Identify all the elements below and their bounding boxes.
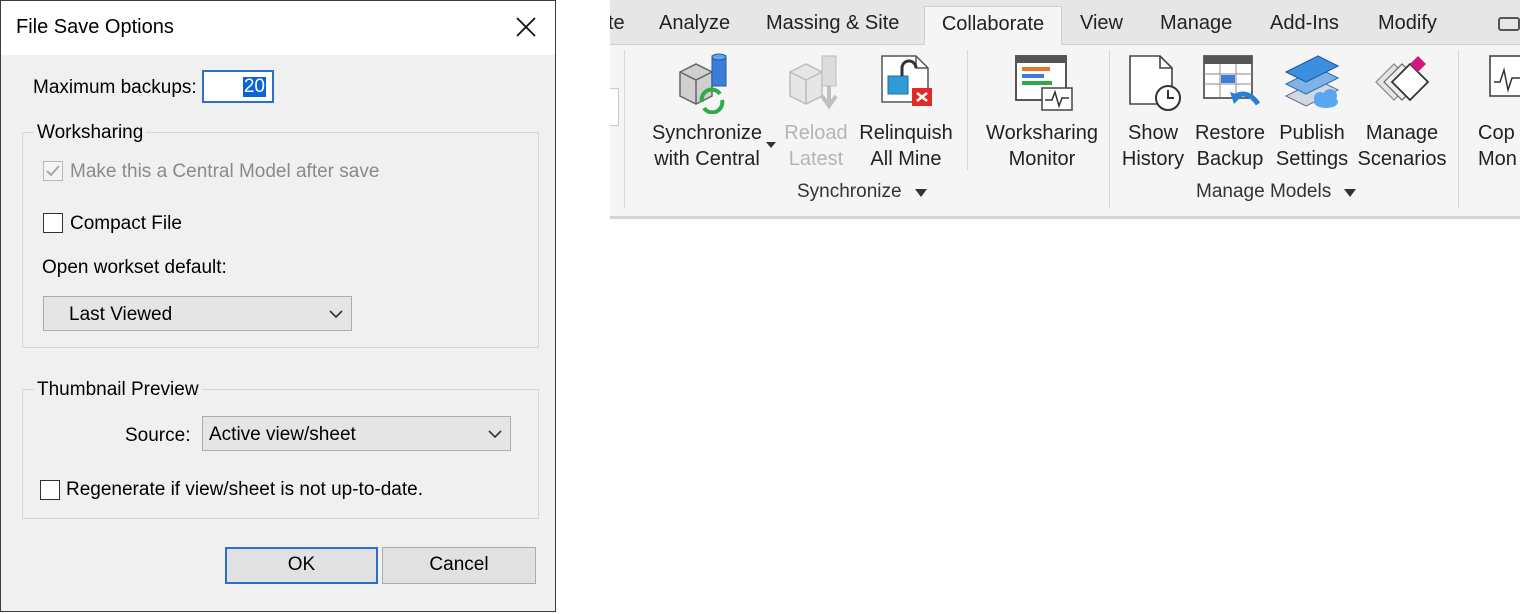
close-icon bbox=[516, 17, 536, 37]
relinquish-label-line1: Relinquish bbox=[859, 122, 953, 144]
ribbon: te Analyze Massing & Site Collaborate Vi… bbox=[610, 0, 1520, 219]
restore-backup-button[interactable]: Restore Backup bbox=[1192, 52, 1268, 180]
title-bar: File Save Options bbox=[1, 1, 555, 55]
tab-collaborate[interactable]: Collaborate bbox=[924, 6, 1062, 45]
show-history-label-line2: History bbox=[1121, 148, 1185, 170]
tab-manage[interactable]: Manage bbox=[1160, 12, 1232, 35]
open-workset-value: Last Viewed bbox=[69, 304, 173, 325]
ribbon-toggle-icon[interactable] bbox=[1498, 17, 1520, 31]
chevron-down-icon bbox=[488, 430, 502, 439]
reload-latest-button[interactable]: Reload Latest bbox=[780, 52, 852, 180]
worksharing-group-title: Worksharing bbox=[34, 122, 147, 144]
monitor-label-line1: Worksharing bbox=[986, 122, 1098, 144]
panel-separator bbox=[624, 50, 625, 208]
reload-label-line2: Latest bbox=[788, 148, 844, 170]
reload-latest-icon bbox=[789, 55, 838, 110]
synchronize-label-line1: Synchronize bbox=[651, 122, 763, 144]
checkmark-icon bbox=[46, 165, 60, 177]
close-button[interactable] bbox=[497, 1, 555, 55]
synchronize-panel-label: Synchronize bbox=[797, 181, 902, 202]
show-history-label-line1: Show bbox=[1127, 122, 1179, 144]
regenerate-label: Regenerate if view/sheet is not up-to-da… bbox=[66, 479, 423, 500]
source-label: Source: bbox=[125, 425, 191, 446]
max-backups-value: 20 bbox=[242, 76, 266, 97]
panel-separator bbox=[1458, 50, 1459, 208]
publish-settings-label-line2: Settings bbox=[1275, 148, 1349, 170]
source-dropdown[interactable]: Active view/sheet bbox=[202, 416, 511, 451]
copy-monitor-button[interactable]: Cop Mon bbox=[1476, 52, 1520, 180]
tab-partial[interactable]: te bbox=[610, 12, 625, 35]
publish-settings-button[interactable]: Publish Settings bbox=[1272, 52, 1352, 180]
open-workset-dropdown[interactable]: Last Viewed bbox=[43, 296, 352, 331]
partial-control bbox=[610, 88, 619, 126]
thumbnail-group-title: Thumbnail Preview bbox=[34, 379, 202, 401]
show-history-icon bbox=[1129, 55, 1181, 111]
central-model-checkbox[interactable] bbox=[43, 161, 63, 181]
compact-file-label: Compact File bbox=[70, 213, 182, 234]
compact-file-checkbox[interactable] bbox=[43, 213, 63, 233]
manage-scenarios-label-line2: Scenarios bbox=[1357, 148, 1447, 170]
chevron-down-icon bbox=[329, 310, 343, 319]
reload-label-line1: Reload bbox=[784, 122, 848, 144]
show-history-button[interactable]: Show History bbox=[1118, 52, 1188, 180]
file-save-options-dialog: File Save Options Maximum backups: 20 Wo… bbox=[0, 0, 556, 612]
tab-add-ins[interactable]: Add-Ins bbox=[1270, 12, 1339, 35]
dropdown-arrow-icon bbox=[766, 142, 776, 148]
synchronize-icon bbox=[679, 53, 727, 114]
relinquish-all-mine-button[interactable]: Relinquish All Mine bbox=[856, 52, 956, 180]
copy-monitor-label-line2: Mon bbox=[1478, 148, 1517, 170]
tab-modify[interactable]: Modify bbox=[1378, 12, 1437, 35]
ribbon-tab-bar: te Analyze Massing & Site Collaborate Vi… bbox=[610, 0, 1520, 45]
tab-analyze[interactable]: Analyze bbox=[659, 12, 730, 35]
max-backups-label: Maximum backups: bbox=[33, 77, 197, 98]
panel-separator bbox=[967, 50, 968, 170]
dropdown-arrow-icon bbox=[1344, 189, 1357, 197]
regenerate-checkbox[interactable] bbox=[40, 480, 60, 500]
tab-massing-site[interactable]: Massing & Site bbox=[766, 12, 899, 35]
manage-scenarios-icon bbox=[1375, 56, 1430, 102]
worksharing-monitor-button[interactable]: Worksharing Monitor bbox=[980, 52, 1104, 180]
relinquish-icon bbox=[881, 55, 932, 106]
synchronize-panel-title[interactable]: Synchronize bbox=[797, 181, 927, 203]
dropdown-arrow-icon bbox=[914, 189, 927, 197]
restore-backup-label-line2: Backup bbox=[1196, 148, 1264, 170]
source-value: Active view/sheet bbox=[209, 424, 356, 445]
copy-monitor-label-line1: Cop bbox=[1478, 122, 1515, 144]
ok-button[interactable]: OK bbox=[225, 547, 378, 584]
publish-settings-label-line1: Publish bbox=[1279, 122, 1345, 144]
restore-backup-label-line1: Restore bbox=[1194, 122, 1266, 144]
restore-backup-icon bbox=[1203, 55, 1261, 106]
manage-scenarios-label-line1: Manage bbox=[1365, 122, 1439, 144]
manage-models-panel-title[interactable]: Manage Models bbox=[1196, 181, 1357, 203]
open-workset-label: Open workset default: bbox=[42, 257, 227, 278]
worksharing-monitor-icon bbox=[1015, 55, 1073, 111]
cancel-button[interactable]: Cancel bbox=[382, 547, 536, 584]
synchronize-label-line2: with Central bbox=[654, 148, 760, 170]
synchronize-with-central-button[interactable]: Synchronize with Central bbox=[642, 52, 776, 180]
monitor-label-line2: Monitor bbox=[1008, 148, 1076, 170]
manage-models-panel-label: Manage Models bbox=[1196, 181, 1332, 202]
central-model-label: Make this a Central Model after save bbox=[70, 161, 380, 182]
manage-scenarios-button[interactable]: Manage Scenarios bbox=[1356, 52, 1448, 180]
panel-separator bbox=[1109, 50, 1110, 208]
copy-monitor-icon bbox=[1489, 55, 1520, 97]
max-backups-input[interactable]: 20 bbox=[202, 70, 274, 103]
dialog-title: File Save Options bbox=[16, 16, 174, 38]
relinquish-label-line2: All Mine bbox=[870, 148, 942, 170]
tab-collaborate-label: Collaborate bbox=[941, 13, 1045, 35]
publish-settings-icon bbox=[1284, 55, 1340, 108]
tab-view[interactable]: View bbox=[1080, 12, 1123, 35]
